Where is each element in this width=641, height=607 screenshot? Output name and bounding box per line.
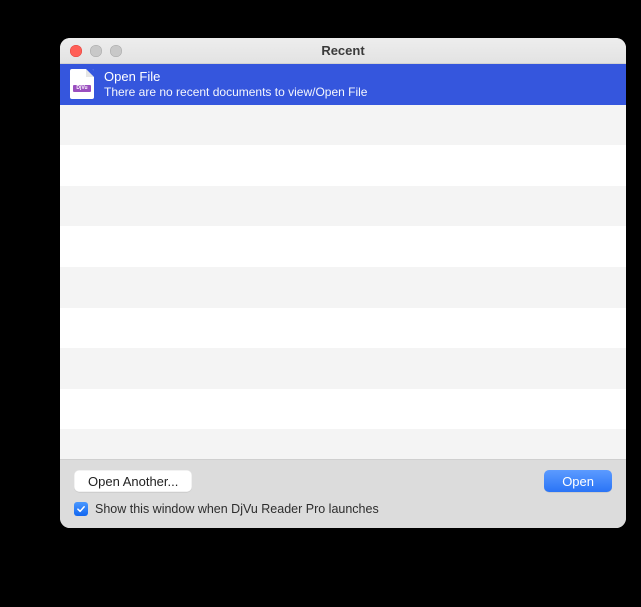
open-another-button[interactable]: Open Another... <box>74 470 192 492</box>
window-title: Recent <box>60 43 626 58</box>
recent-list[interactable]: DjVu Open File There are no recent docum… <box>60 64 626 459</box>
list-item[interactable] <box>60 105 626 146</box>
recent-window: Recent DjVu Open File There are no recen… <box>60 38 626 528</box>
list-item[interactable] <box>60 226 626 267</box>
document-icon-band: DjVu <box>73 85 91 92</box>
list-item-text: Open File There are no recent documents … <box>104 69 367 100</box>
footer-checkbox-row: Show this window when DjVu Reader Pro la… <box>74 502 612 516</box>
list-item-subtitle: There are no recent documents to view/Op… <box>104 85 367 100</box>
titlebar: Recent <box>60 38 626 64</box>
list-item[interactable] <box>60 308 626 349</box>
show-on-launch-label: Show this window when DjVu Reader Pro la… <box>95 502 379 516</box>
show-on-launch-checkbox[interactable] <box>74 502 88 516</box>
open-button[interactable]: Open <box>544 470 612 492</box>
list-item-selected[interactable]: DjVu Open File There are no recent docum… <box>60 64 626 105</box>
list-item[interactable] <box>60 389 626 430</box>
document-icon: DjVu <box>70 69 94 99</box>
list-item[interactable] <box>60 186 626 227</box>
list-item[interactable] <box>60 348 626 389</box>
footer-buttons: Open Another... Open <box>74 470 612 492</box>
list-item[interactable] <box>60 429 626 459</box>
check-icon <box>76 504 86 514</box>
list-item[interactable] <box>60 145 626 186</box>
list-item-title: Open File <box>104 69 367 85</box>
footer: Open Another... Open Show this window wh… <box>60 459 626 528</box>
list-item[interactable] <box>60 267 626 308</box>
